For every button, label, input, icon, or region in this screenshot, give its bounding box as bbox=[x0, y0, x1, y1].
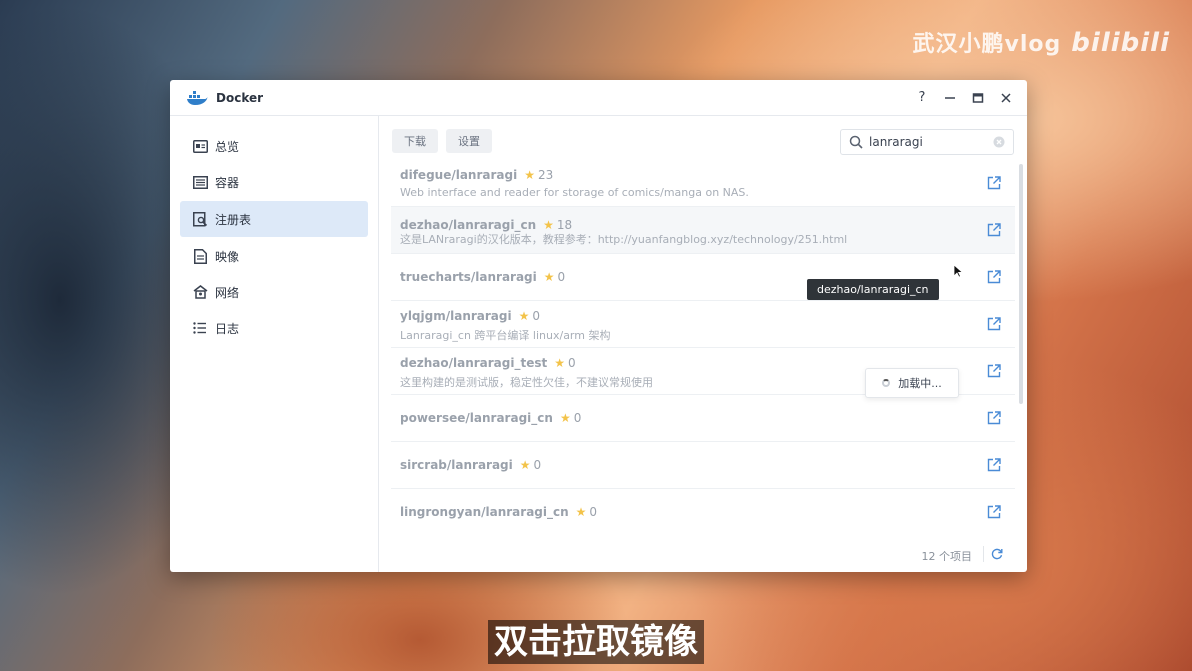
refresh-icon[interactable] bbox=[991, 548, 1003, 560]
video-subtitle: 双击拉取镜像 bbox=[0, 614, 1192, 664]
footer-divider bbox=[983, 546, 984, 562]
sidebar: 总览 容器 注册表 映像 网络 日志 bbox=[170, 116, 379, 572]
log-icon bbox=[192, 320, 208, 336]
minimize-icon[interactable] bbox=[943, 91, 957, 105]
sidebar-item-label: 注册表 bbox=[215, 212, 252, 227]
window-title: Docker bbox=[216, 90, 264, 105]
spinner-icon bbox=[882, 379, 891, 387]
sidebar-item-log[interactable]: 日志 bbox=[180, 310, 368, 346]
repo-description: Web interface and reader for storage of … bbox=[400, 186, 749, 199]
list-item[interactable]: dezhao/lanraragi_cn ★ 18 这是LANraragi的汉化版本，… bbox=[391, 207, 1015, 254]
repo-name: dezhao/lanraragi_cn bbox=[400, 218, 537, 232]
list-item[interactable]: powersee/lanraragi_cn ★ 0 bbox=[391, 395, 1015, 442]
sidebar-item-label: 容器 bbox=[215, 175, 240, 190]
search-input[interactable] bbox=[869, 135, 987, 149]
registry-icon bbox=[192, 211, 208, 227]
image-icon bbox=[192, 248, 208, 264]
settings-button[interactable]: 设置 bbox=[446, 129, 492, 153]
search-icon bbox=[849, 135, 863, 149]
loading-indicator: 加载中... bbox=[865, 368, 959, 398]
list-footer: 12 个项目 bbox=[379, 536, 1027, 572]
star-icon: ★ bbox=[543, 218, 554, 232]
mouse-cursor-icon bbox=[953, 264, 963, 278]
star-count: 0 bbox=[589, 505, 598, 519]
overview-icon bbox=[192, 138, 208, 154]
star-count: 18 bbox=[556, 218, 573, 232]
external-link-icon[interactable] bbox=[987, 223, 1001, 237]
loading-text: 加载中... bbox=[898, 377, 942, 390]
network-icon bbox=[192, 284, 208, 300]
registry-panel: 下载 设置 difegue/lanraragi★23 Web interface… bbox=[379, 116, 1027, 572]
repo-description: 这是LANraragi的汉化版本，教程参考：http://yuanfangblo… bbox=[400, 233, 848, 246]
star-count: 0 bbox=[533, 458, 542, 472]
tooltip: dezhao/lanraragi_cn bbox=[807, 279, 939, 300]
repo-name: truecharts/lanraragi bbox=[400, 270, 537, 284]
external-link-icon[interactable] bbox=[987, 364, 1001, 378]
repo-name: sircrab/lanraragi bbox=[400, 458, 513, 472]
download-button[interactable]: 下载 bbox=[392, 129, 438, 153]
close-icon[interactable] bbox=[999, 91, 1013, 105]
container-icon bbox=[192, 174, 208, 190]
sidebar-item-network[interactable]: 网络 bbox=[180, 274, 368, 310]
watermark: 武汉小鹏vlog bilibili bbox=[913, 26, 1170, 58]
help-icon[interactable]: ? bbox=[915, 90, 929, 105]
repo-name: powersee/lanraragi_cn bbox=[400, 411, 553, 425]
external-link-icon[interactable] bbox=[987, 317, 1001, 331]
sidebar-item-label: 映像 bbox=[215, 249, 240, 264]
external-link-icon[interactable] bbox=[987, 270, 1001, 284]
star-icon: ★ bbox=[575, 505, 587, 519]
sidebar-item-label: 日志 bbox=[215, 321, 240, 336]
bilibili-logo: bilibili bbox=[1071, 28, 1170, 58]
star-icon: ★ bbox=[519, 458, 531, 472]
title-bar: Docker ? bbox=[170, 80, 1027, 116]
docker-whale-icon bbox=[186, 90, 208, 106]
external-link-icon[interactable] bbox=[987, 411, 1001, 425]
list-item[interactable]: sircrab/lanraragi ★ 0 bbox=[391, 442, 1015, 489]
star-icon: ★ bbox=[559, 411, 571, 425]
repo-name: ylqjgm/lanraragi bbox=[400, 309, 512, 323]
repo-name: lingrongyan/lanraragi_cn bbox=[400, 505, 569, 519]
search-box[interactable] bbox=[840, 129, 1014, 155]
star-icon: ★ bbox=[554, 356, 565, 370]
repo-name: dezhao/lanraragi_test bbox=[400, 356, 548, 370]
sidebar-item-label: 总览 bbox=[215, 139, 240, 154]
list-item[interactable]: ylqjgm/lanraragi ★ 0 Lanraragi_cn 跨平台编译 li… bbox=[391, 301, 1015, 348]
external-link-icon[interactable] bbox=[987, 176, 1001, 190]
repo-description: Lanraragi_cn 跨平台编译 linux/arm 架构 bbox=[400, 329, 611, 342]
sidebar-item-container[interactable]: 容器 bbox=[180, 164, 368, 200]
list-item[interactable]: lingrongyan/lanraragi_cn ★ 0 bbox=[391, 489, 1015, 535]
star-count: 0 bbox=[568, 356, 576, 370]
maximize-icon[interactable] bbox=[971, 91, 985, 105]
clear-search-icon[interactable] bbox=[993, 136, 1005, 148]
sidebar-item-image[interactable]: 映像 bbox=[180, 238, 368, 274]
list-item[interactable]: difegue/lanraragi ★ 23 Web interface and r… bbox=[391, 160, 1015, 207]
sidebar-item-label: 网络 bbox=[215, 285, 240, 300]
external-link-icon[interactable] bbox=[987, 458, 1001, 472]
docker-window: Docker ? 总览 容器 注册表 映像 网络 日志 下载 设置 lanrar… bbox=[170, 80, 1027, 572]
watermark-channel: 武汉小鹏vlog bbox=[912, 32, 1062, 57]
star-count: 0 bbox=[532, 309, 541, 323]
sidebar-item-registry[interactable]: 注册表 bbox=[180, 201, 368, 237]
search-results-list[interactable]: difegue/lanraragi ★ 23 Web interface and r… bbox=[391, 160, 1015, 535]
external-link-icon[interactable] bbox=[987, 505, 1001, 519]
window-controls: ? bbox=[915, 80, 1013, 115]
star-icon: ★ bbox=[518, 309, 530, 323]
repo-description: 这里构建的是测试版，稳定性欠佳，不建议常规使用 bbox=[400, 376, 653, 389]
scrollbar[interactable] bbox=[1019, 164, 1023, 404]
item-count: 12 个项目 bbox=[921, 550, 973, 563]
subtitle-text: 双击拉取镜像 bbox=[488, 620, 704, 664]
star-count: 0 bbox=[573, 411, 582, 425]
sidebar-item-overview[interactable]: 总览 bbox=[180, 128, 368, 164]
star-icon: ★ bbox=[524, 168, 535, 182]
star-count: 23 bbox=[537, 168, 554, 182]
repo-name: difegue/lanraragi bbox=[400, 168, 518, 182]
star-count: 0 bbox=[557, 270, 566, 284]
star-icon: ★ bbox=[543, 270, 555, 284]
